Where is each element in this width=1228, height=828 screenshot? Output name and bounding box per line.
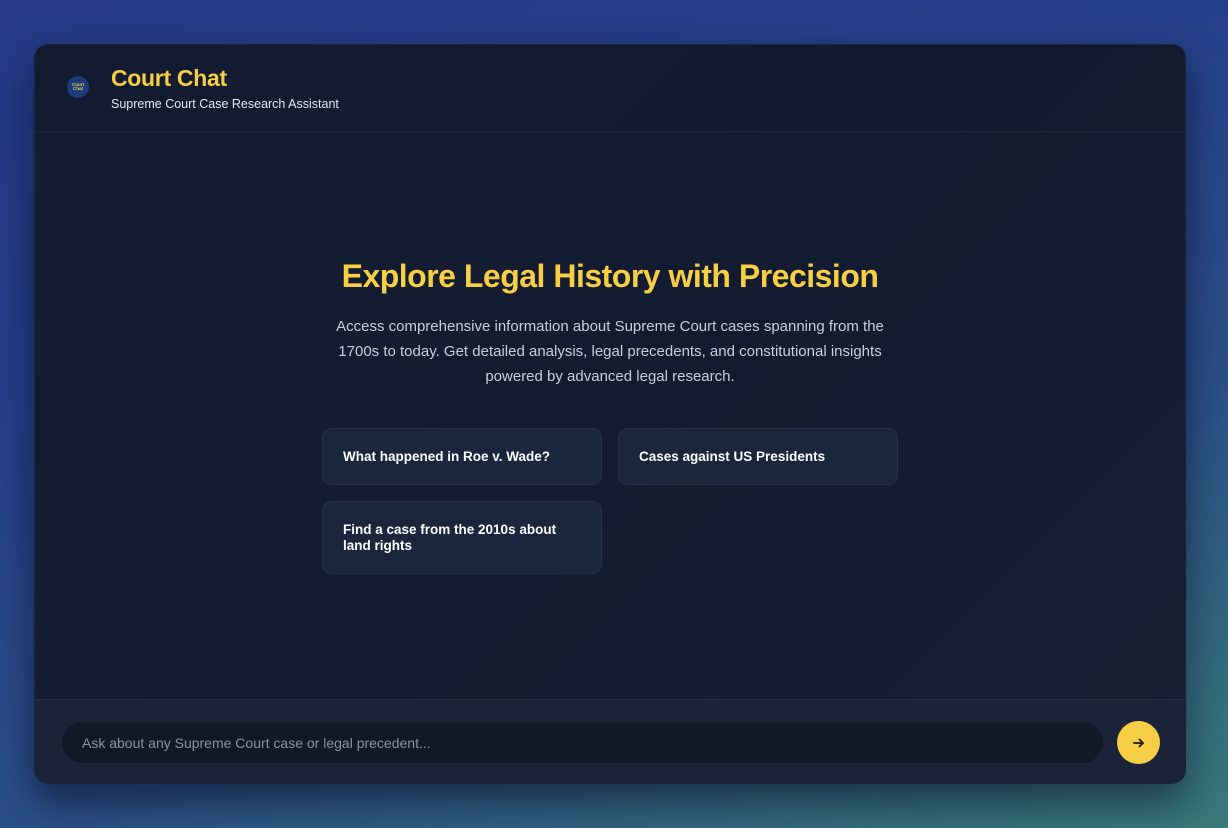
send-button[interactable] — [1117, 721, 1160, 764]
arrow-right-icon — [1132, 738, 1144, 747]
suggestion-roe-v-wade[interactable]: What happened in Roe v. Wade? — [322, 428, 602, 485]
app-subtitle: Supreme Court Case Research Assistant — [111, 97, 339, 111]
suggestion-label: Cases against US Presidents — [639, 448, 826, 464]
app-title: Court Chat — [111, 65, 227, 91]
chat-input[interactable] — [61, 721, 1104, 764]
suggestion-label: What happened in Roe v. Wade? — [343, 448, 551, 464]
suggestion-label: Find a case from the 2010s about land ri… — [343, 521, 557, 553]
suggestion-land-rights[interactable]: Find a case from the 2010s about land ri… — [322, 501, 602, 574]
hero-description: Access comprehensive information about S… — [336, 318, 884, 385]
logo-text-bottom: Chat — [73, 86, 83, 91]
chat-window: Court Chat Court Chat Supreme Court Case… — [34, 44, 1186, 784]
input-bar — [35, 699, 1185, 783]
suggestion-cases-against-presidents[interactable]: Cases against US Presidents — [618, 428, 898, 485]
hero-title: Explore Legal History with Precision — [341, 258, 879, 294]
app-header: Court Chat Court Chat Supreme Court Case… — [35, 45, 1185, 132]
court-chat-logo: Court Chat — [67, 76, 89, 98]
